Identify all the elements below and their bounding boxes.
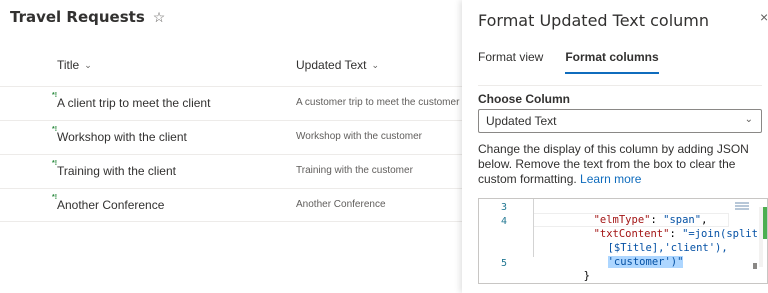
chevron-down-icon: ⌄ bbox=[371, 59, 380, 70]
learn-more-link[interactable]: Learn more bbox=[580, 172, 641, 186]
panel-tabs: Format view Format columns bbox=[478, 50, 660, 74]
list-rows: *! A client trip to meet the client A cu… bbox=[0, 86, 462, 222]
line-number: 4 bbox=[501, 216, 508, 227]
column-header-title-label: Title bbox=[57, 58, 80, 72]
choose-column-dropdown[interactable]: Updated Text ⌄ bbox=[478, 109, 762, 133]
json-punct: } bbox=[583, 270, 590, 282]
row-title[interactable]: Workshop with the client bbox=[57, 130, 187, 144]
chevron-down-icon: ⌄ bbox=[744, 114, 753, 125]
dropdown-value: Updated Text bbox=[486, 114, 557, 128]
panel-title: Format Updated Text column bbox=[478, 11, 709, 30]
list-row[interactable]: *! Training with the client Training wit… bbox=[0, 154, 462, 188]
list-row[interactable]: *! A client trip to meet the client A cu… bbox=[0, 86, 462, 120]
column-header-title[interactable]: Title ⌄ bbox=[57, 58, 92, 72]
indent-guide bbox=[533, 199, 534, 257]
json-value-selected: 'customer')" bbox=[607, 256, 684, 268]
choose-column-label: Choose Column bbox=[478, 92, 570, 106]
code-minimap[interactable] bbox=[735, 202, 749, 214]
line-number: 3 bbox=[501, 202, 508, 213]
list-row[interactable]: *! Another Conference Another Conference bbox=[0, 188, 462, 222]
row-title[interactable]: Training with the client bbox=[57, 164, 176, 178]
list-row[interactable]: *! Workshop with the client Workshop wit… bbox=[0, 120, 462, 154]
json-code-editor[interactable]: 3 4 5 "elmType": "span", "txtContent": "… bbox=[478, 198, 768, 284]
star-icon[interactable]: ☆ bbox=[153, 9, 166, 26]
editor-change-marker bbox=[763, 207, 767, 239]
row-updated-text: Training with the customer bbox=[296, 165, 413, 176]
row-title[interactable]: A client trip to meet the client bbox=[57, 96, 210, 110]
tab-format-columns[interactable]: Format columns bbox=[565, 50, 660, 74]
line-number-gutter: 3 4 5 bbox=[479, 199, 529, 283]
code-line: } bbox=[533, 258, 590, 283]
row-updated-text: A customer trip to meet the customer bbox=[296, 97, 460, 108]
close-icon[interactable]: × bbox=[760, 9, 768, 25]
description-text: Change the display of this column by add… bbox=[478, 142, 768, 187]
line-number: 5 bbox=[501, 258, 508, 269]
format-column-panel: Format Updated Text column × Format view… bbox=[462, 0, 768, 293]
row-updated-text: Workshop with the customer bbox=[296, 131, 422, 142]
editor-scroll-thumb[interactable] bbox=[753, 263, 757, 269]
column-header-updated-text[interactable]: Updated Text ⌄ bbox=[296, 58, 379, 72]
column-headers: Title ⌄ Updated Text ⌄ bbox=[0, 58, 462, 82]
list-view: Travel Requests ☆ Title ⌄ Updated Text ⌄… bbox=[0, 0, 462, 293]
list-title: Travel Requests bbox=[10, 8, 145, 26]
row-updated-text: Another Conference bbox=[296, 199, 386, 210]
list-header: Travel Requests ☆ bbox=[10, 8, 165, 26]
tab-format-view[interactable]: Format view bbox=[478, 50, 543, 74]
divider bbox=[478, 85, 762, 86]
chevron-down-icon: ⌄ bbox=[84, 59, 92, 70]
row-title[interactable]: Another Conference bbox=[57, 198, 164, 212]
code-area[interactable]: "elmType": "span", "txtContent": "=join(… bbox=[533, 199, 764, 283]
column-header-updated-text-label: Updated Text bbox=[296, 58, 367, 72]
